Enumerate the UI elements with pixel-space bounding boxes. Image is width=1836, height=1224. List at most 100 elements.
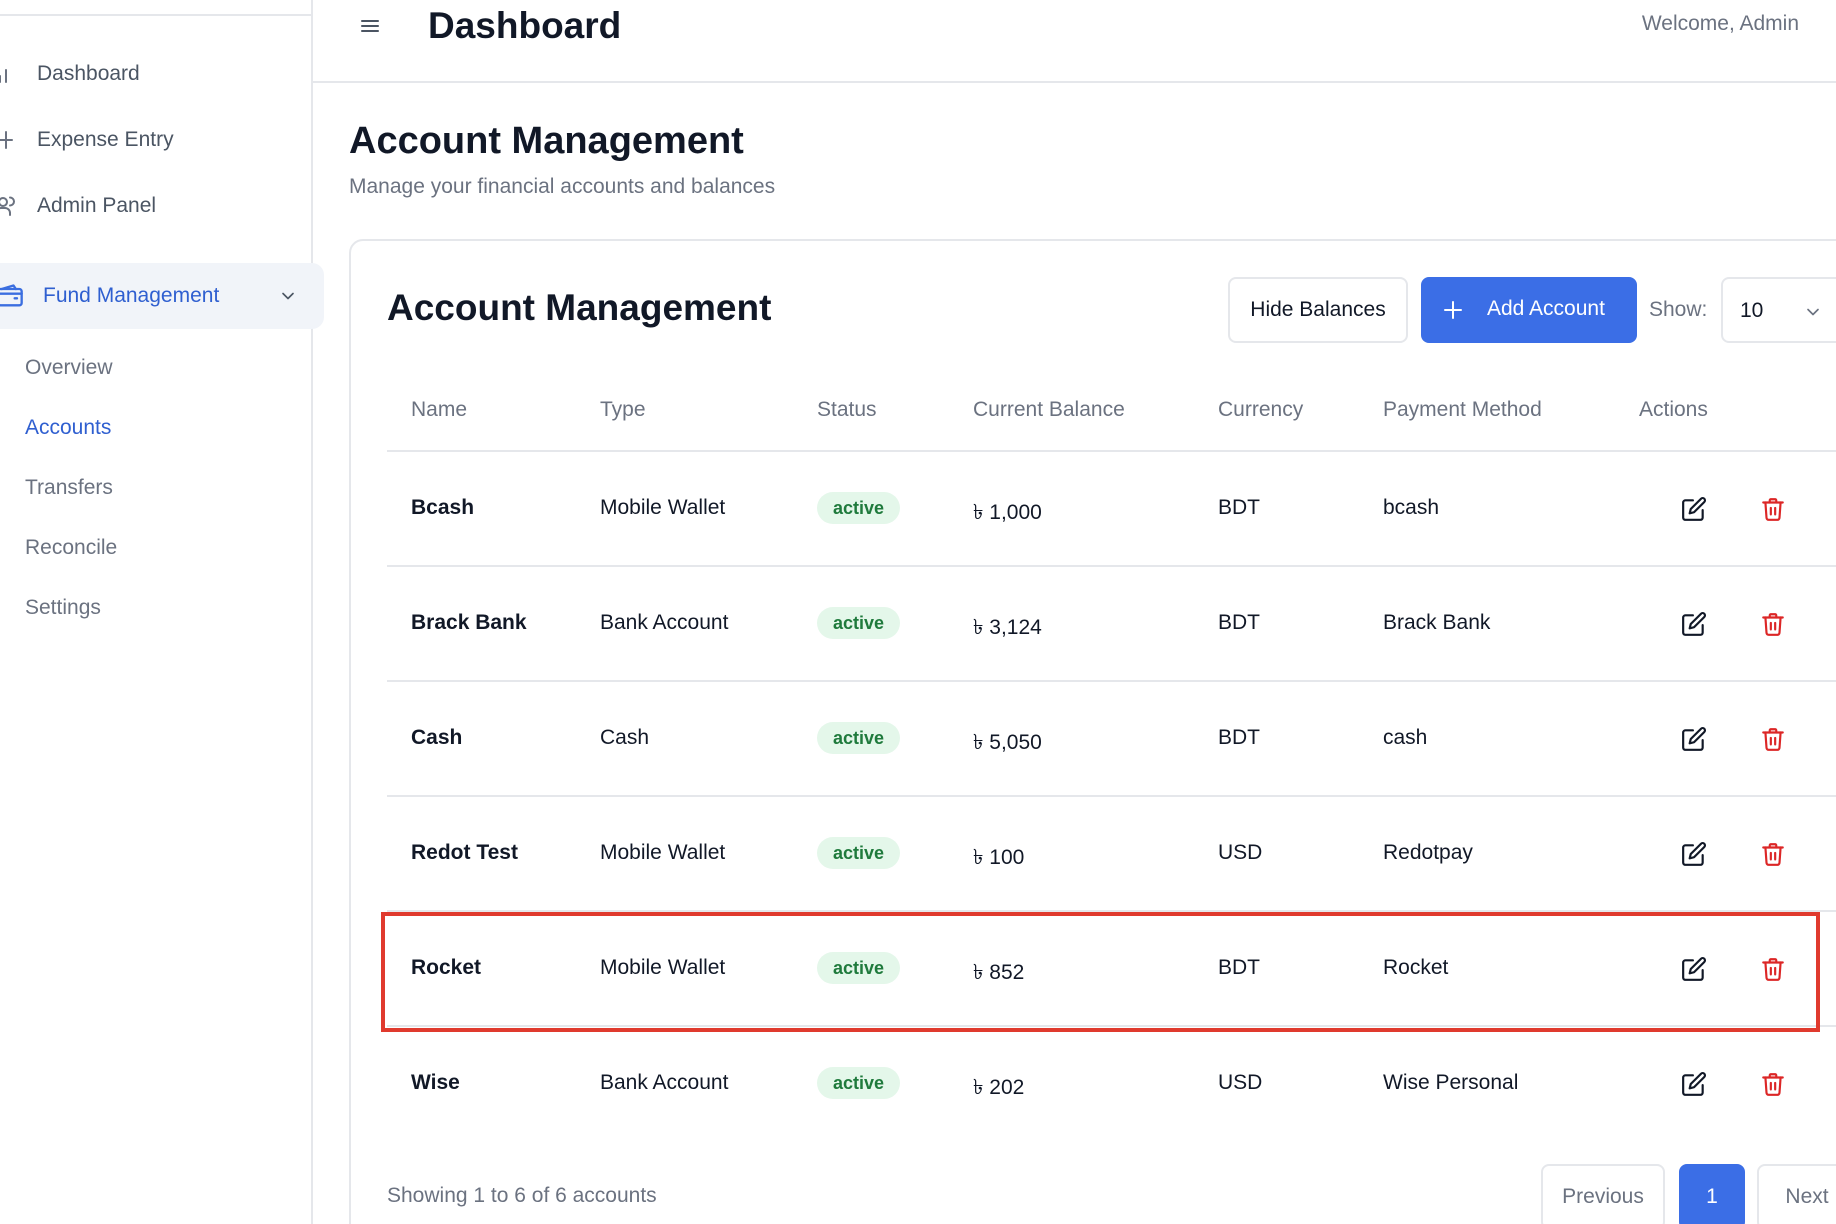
accounts-card: Account Management Hide Balances Add Acc… (349, 239, 1836, 1224)
account-currency: BDT (1218, 726, 1260, 749)
bar-chart-icon (0, 69, 7, 83)
account-name: Bcash (411, 496, 475, 519)
status-badge: active (817, 952, 901, 984)
hide-balances-button[interactable]: Hide Balances (1228, 277, 1408, 343)
table-row: Brack Bank Bank Account active ৳ 3,124 B… (387, 567, 1836, 682)
account-name: Cash (411, 726, 463, 749)
wallet-icon (0, 284, 23, 307)
account-type: Bank Account (600, 1071, 729, 1094)
sidebar-subitem-transfers[interactable]: Transfers (25, 476, 113, 500)
column-header-type[interactable]: Type (600, 398, 646, 422)
column-header-currency[interactable]: Currency (1218, 398, 1303, 422)
table-row: Bcash Mobile Wallet active ৳ 1,000 BDT b… (387, 452, 1836, 567)
account-type: Mobile Wallet (600, 496, 726, 519)
account-currency: USD (1218, 841, 1263, 864)
table-row: Cash Cash active ৳ 5,050 BDT cash (387, 682, 1836, 797)
users-icon (0, 196, 15, 216)
sidebar-item-label: Dashboard (37, 62, 140, 85)
column-header-actions: Actions (1639, 398, 1708, 421)
account-type: Cash (600, 726, 650, 749)
previous-page-button[interactable]: Previous (1541, 1164, 1665, 1224)
trash-icon[interactable] (1760, 956, 1786, 982)
account-currency: BDT (1218, 496, 1260, 519)
trash-icon[interactable] (1760, 726, 1786, 752)
sidebar-subitem-reconcile[interactable]: Reconcile (25, 536, 117, 560)
page-subtitle: Manage your financial accounts and balan… (349, 175, 776, 198)
table-row: Redot Test Mobile Wallet active ৳ 100 US… (387, 797, 1836, 912)
sidebar-item-label: Fund Management (43, 284, 220, 307)
edit-icon[interactable] (1681, 496, 1707, 522)
edit-icon[interactable] (1681, 611, 1707, 637)
account-type: Mobile Wallet (600, 956, 726, 979)
column-header-name[interactable]: Name (411, 398, 467, 422)
edit-icon[interactable] (1681, 1071, 1707, 1097)
account-balance: ৳ 852 (973, 961, 1025, 984)
account-payment-method: Brack Bank (1383, 611, 1491, 634)
column-header-payment-method[interactable]: Payment Method (1383, 398, 1542, 422)
account-currency: BDT (1218, 611, 1260, 634)
status-badge: active (817, 492, 901, 524)
column-header-status[interactable]: Status (817, 398, 877, 422)
sidebar-item-fund-management[interactable]: Fund Management (0, 263, 324, 329)
pagination-summary: Showing 1 to 6 of 6 accounts (387, 1184, 657, 1207)
column-header-balance[interactable]: Current Balance (973, 398, 1125, 422)
account-type: Mobile Wallet (600, 841, 726, 864)
page-size-select[interactable]: 10 (1721, 277, 1836, 343)
account-name: Rocket (411, 956, 482, 979)
chevron-down-icon (1807, 308, 1819, 316)
edit-icon[interactable] (1681, 956, 1707, 982)
table-row: Rocket Mobile Wallet active ৳ 852 BDT Ro… (387, 912, 1836, 1027)
account-name: Wise (411, 1071, 460, 1094)
account-balance: ৳ 1,000 (973, 501, 1042, 524)
page-1-button[interactable]: 1 (1679, 1164, 1745, 1224)
account-balance: ৳ 5,050 (973, 731, 1042, 754)
status-badge: active (817, 837, 901, 869)
sidebar-subitem-overview[interactable]: Overview (25, 356, 113, 380)
edit-icon[interactable] (1681, 841, 1707, 867)
trash-icon[interactable] (1760, 841, 1786, 867)
status-badge: active (817, 722, 901, 754)
add-account-label: Add Account (1487, 297, 1605, 320)
account-balance: ৳ 3,124 (973, 616, 1042, 639)
show-label: Show: (1649, 298, 1708, 321)
status-badge: active (817, 1067, 901, 1099)
next-page-button[interactable]: Next (1757, 1164, 1836, 1224)
plus-icon (1444, 301, 1462, 319)
account-payment-method: Wise Personal (1383, 1071, 1519, 1094)
menu-icon[interactable] (358, 14, 382, 38)
sidebar-subitem-accounts[interactable]: Accounts (25, 416, 111, 440)
account-currency: BDT (1218, 956, 1260, 979)
account-balance: ৳ 202 (973, 1076, 1025, 1099)
top-header: Dashboard Welcome, Admin (313, 0, 1836, 83)
sidebar-subitem-settings[interactable]: Settings (25, 596, 101, 620)
add-account-button[interactable]: Add Account (1421, 277, 1637, 343)
sidebar: Dashboard Expense Entry Admin Panel Fund… (0, 0, 324, 1224)
card-title: Account Management (387, 287, 772, 328)
app-root: Dashboard Expense Entry Admin Panel Fund… (0, 0, 1836, 1224)
header-title: Dashboard (428, 5, 622, 46)
trash-icon[interactable] (1760, 1071, 1786, 1097)
account-payment-method: Redotpay (1383, 841, 1473, 864)
account-name: Redot Test (411, 841, 518, 864)
table-row: Wise Bank Account active ৳ 202 USD Wise … (387, 1027, 1836, 1142)
welcome-text: Welcome, Admin (1641, 12, 1799, 35)
trash-icon[interactable] (1760, 496, 1786, 522)
page-size-value: 10 (1740, 299, 1764, 322)
account-payment-method: cash (1383, 726, 1428, 749)
sidebar-item-label: Admin Panel (37, 194, 157, 217)
sidebar-divider (0, 14, 311, 16)
plus-icon (0, 131, 13, 149)
status-badge: active (817, 607, 901, 639)
account-balance: ৳ 100 (973, 846, 1025, 869)
chevron-down-icon[interactable] (278, 286, 298, 306)
account-payment-method: bcash (1383, 496, 1440, 519)
page-title: Account Management (349, 120, 744, 162)
account-currency: USD (1218, 1071, 1263, 1094)
sidebar-item-label: Expense Entry (37, 128, 174, 151)
account-name: Brack Bank (411, 611, 527, 634)
account-type: Bank Account (600, 611, 729, 634)
account-payment-method: Rocket (1383, 956, 1449, 979)
table-header: Name Type Status Current Balance Currenc… (387, 362, 1836, 452)
edit-icon[interactable] (1681, 726, 1707, 752)
trash-icon[interactable] (1760, 611, 1786, 637)
